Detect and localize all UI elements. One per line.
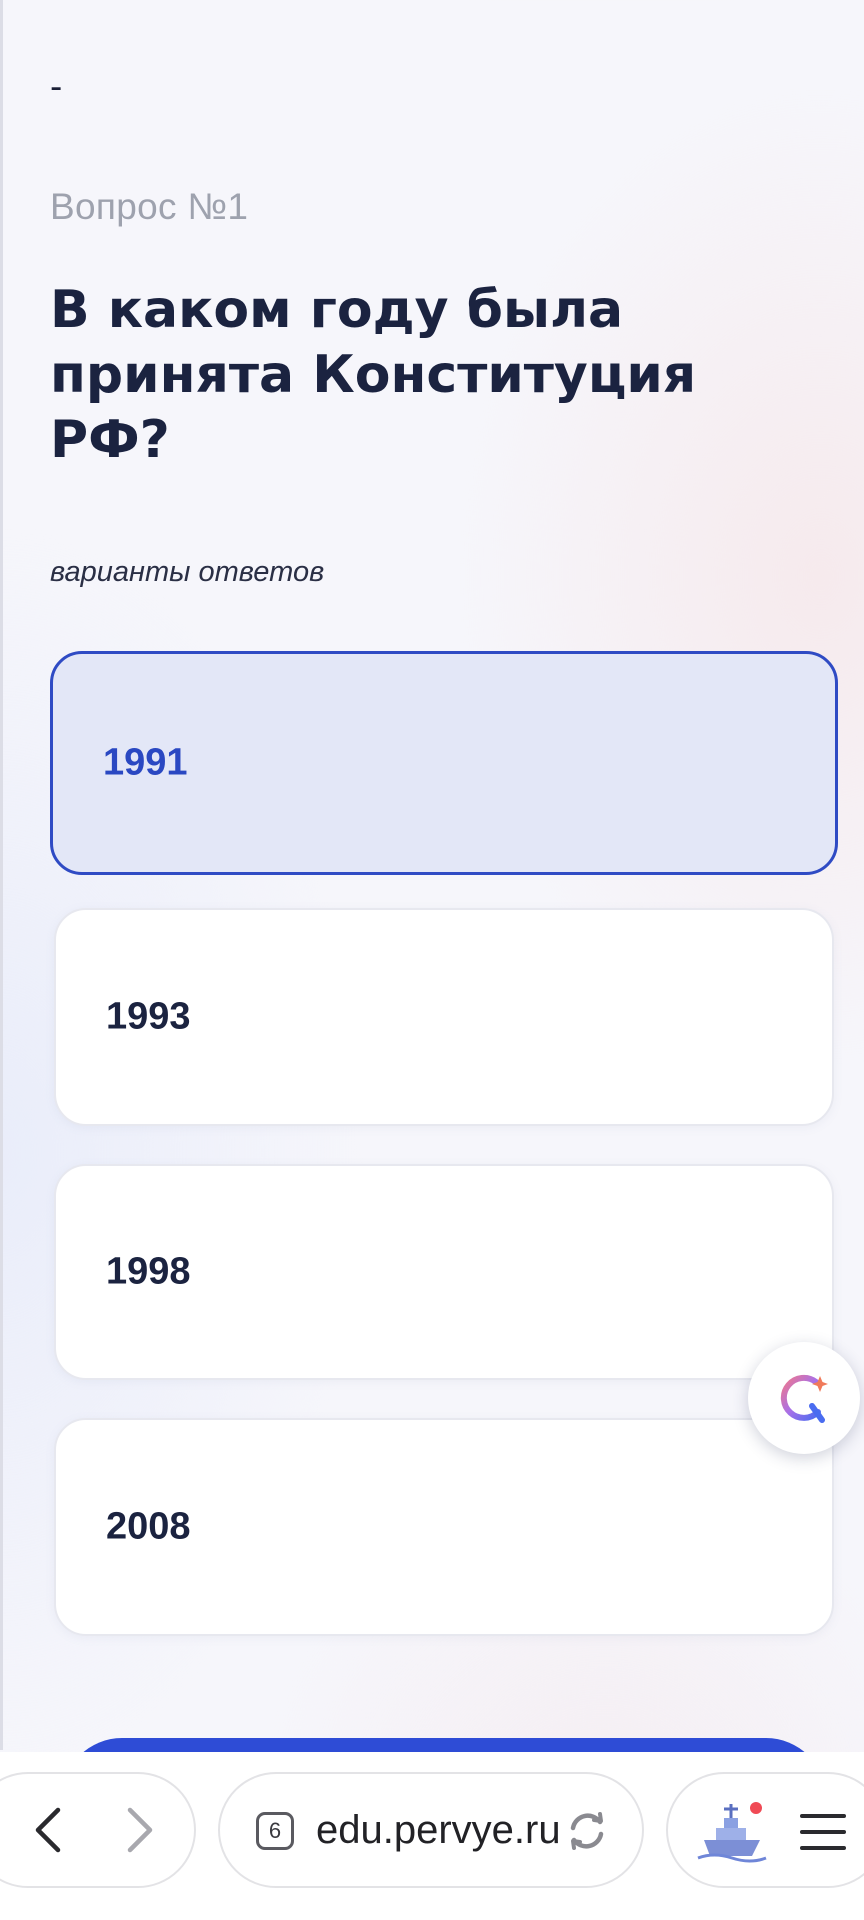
assistant-button[interactable] [748, 1342, 860, 1454]
answer-option-1998[interactable]: 1998 [54, 1164, 834, 1380]
answer-option-1993[interactable]: 1993 [54, 908, 834, 1126]
ship-icon[interactable] [694, 1796, 770, 1866]
reload-icon[interactable] [564, 1808, 610, 1854]
answers-label: варианты ответов [50, 556, 325, 588]
menu-pill [666, 1772, 864, 1888]
chevron-left-icon[interactable] [20, 1800, 80, 1860]
tab-count-badge[interactable]: 6 [256, 1812, 294, 1850]
answer-option-label: 2008 [106, 1505, 191, 1548]
chevron-right-icon[interactable] [108, 1800, 168, 1860]
browser-bottom-bar: 6 edu.pervye.ru [0, 1752, 864, 1920]
assistant-icon [780, 1374, 828, 1423]
answer-option-1991[interactable]: 1991 [50, 651, 838, 875]
answer-option-label: 1993 [106, 995, 191, 1038]
page-left-edge [0, 0, 3, 1750]
address-bar[interactable]: 6 edu.pervye.ru [218, 1772, 644, 1888]
question-number: Вопрос №1 [50, 186, 249, 227]
answer-option-label: 1998 [106, 1250, 191, 1293]
question-title: В каком году была принята Конституция РФ… [50, 280, 697, 470]
hamburger-icon[interactable] [800, 1812, 846, 1852]
url-text[interactable]: edu.pervye.ru [316, 1804, 568, 1856]
navigation-pill [0, 1772, 196, 1888]
answer-option-2008[interactable]: 2008 [54, 1418, 834, 1636]
header-dash: - [50, 67, 63, 107]
answer-option-label: 1991 [103, 741, 188, 784]
